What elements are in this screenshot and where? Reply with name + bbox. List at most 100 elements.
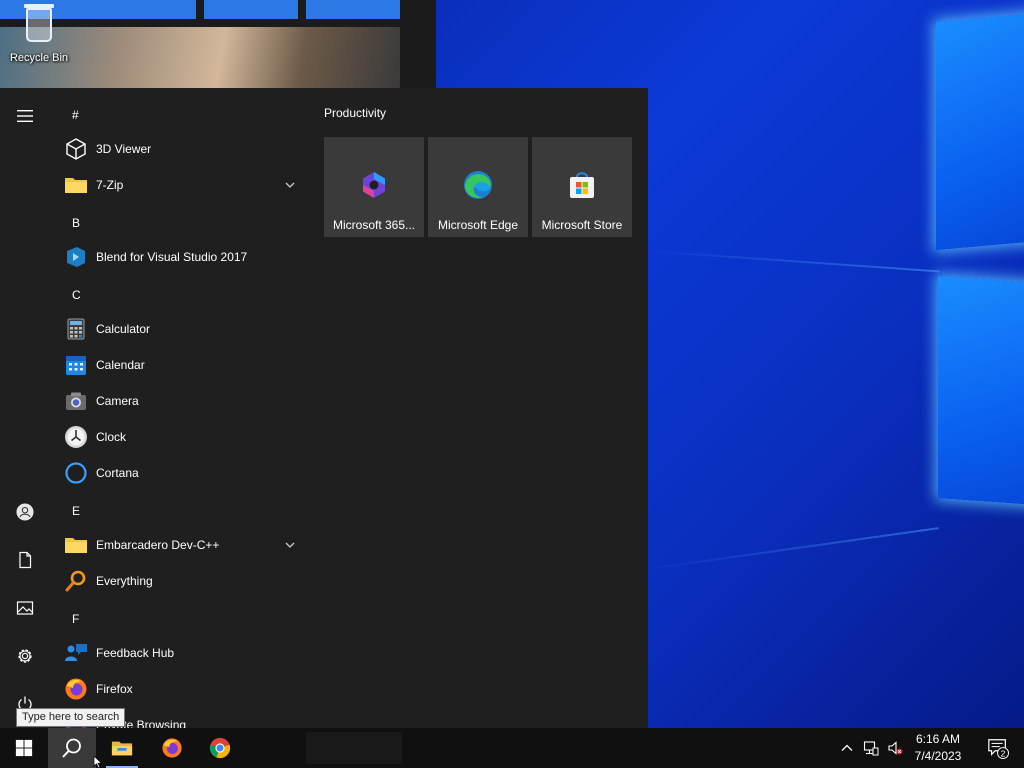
- cube-icon: [64, 137, 88, 161]
- tile-label: Microsoft Store: [541, 218, 623, 232]
- firefox-taskbar-button[interactable]: [148, 728, 196, 768]
- app-item-firefox[interactable]: Firefox: [60, 671, 306, 707]
- app-label: Firefox: [96, 682, 133, 696]
- app-item-calendar[interactable]: Calendar: [60, 347, 306, 383]
- gear-icon: [18, 649, 32, 663]
- app-item-cortana[interactable]: Cortana: [60, 455, 306, 491]
- app-label: Calendar: [96, 358, 145, 372]
- hamburger-icon: [17, 110, 33, 122]
- file-explorer-icon: [111, 741, 133, 756]
- tile-microsoft-edge[interactable]: Microsoft Edge: [428, 137, 528, 237]
- app-item-feedback-hub[interactable]: Feedback Hub: [60, 635, 306, 671]
- action-center-button[interactable]: 2: [978, 728, 1018, 768]
- settings-button[interactable]: [0, 636, 50, 676]
- calendar-icon: [64, 353, 88, 377]
- app-label: Cortana: [96, 466, 139, 480]
- app-item-calculator[interactable]: Calculator: [60, 311, 306, 347]
- start-menu-rail: [0, 88, 50, 728]
- wallpaper-logo-pane: [938, 276, 1024, 506]
- tiles-area: Productivity Microsoft 365... Microsoft …: [318, 88, 648, 728]
- tile-microsoft-365[interactable]: Microsoft 365...: [324, 137, 424, 237]
- app-label: Everything: [96, 574, 153, 588]
- wallpaper-light-beam: [641, 527, 939, 571]
- camera-icon: [64, 389, 88, 413]
- feedback-icon: [64, 641, 88, 665]
- volume-button[interactable]: [884, 728, 906, 768]
- section-header-c[interactable]: C: [72, 277, 81, 313]
- app-item-7-zip[interactable]: 7-Zip: [60, 167, 306, 203]
- app-item-camera[interactable]: Camera: [60, 383, 306, 419]
- file-explorer-button[interactable]: [98, 728, 146, 768]
- app-item-clock[interactable]: Clock: [60, 419, 306, 455]
- show-hidden-icons-button[interactable]: [836, 728, 858, 768]
- account-button[interactable]: [0, 492, 50, 532]
- app-item-embarcadero-dev-cpp[interactable]: Embarcadero Dev-C++: [60, 527, 306, 563]
- notification-count: 2: [1001, 749, 1006, 758]
- photo-thumbnail[interactable]: [306, 0, 400, 19]
- firefox-icon: [162, 738, 182, 758]
- app-label: Calculator: [96, 322, 151, 336]
- app-item-3d-viewer[interactable]: 3D Viewer: [60, 131, 306, 167]
- taskbar-clock[interactable]: 6:16 AM 7/4/2023: [906, 731, 970, 765]
- app-label: Blend for Visual Studio 2017: [96, 250, 248, 264]
- app-label: Camera: [96, 394, 139, 408]
- network-button[interactable]: [860, 728, 882, 768]
- section-header-e[interactable]: E: [72, 493, 80, 529]
- app-label: Embarcadero Dev-C++: [96, 538, 220, 552]
- tile-microsoft-store[interactable]: Microsoft Store: [532, 137, 632, 237]
- taskbar-empty-slot: [306, 732, 402, 764]
- folder-icon: [64, 173, 88, 197]
- app-item-blend-for-visual-studio-2017[interactable]: Blend for Visual Studio 2017: [60, 239, 306, 275]
- app-list[interactable]: # 3D Viewer 7-Zip B Blend for Visual Stu…: [56, 88, 312, 728]
- firefox-icon: [64, 677, 88, 701]
- mouse-cursor-icon: [93, 756, 103, 768]
- expand-menu-button[interactable]: [0, 96, 50, 136]
- pictures-button[interactable]: [0, 588, 50, 628]
- section-header-hash[interactable]: #: [72, 97, 79, 133]
- start-menu: # 3D Viewer 7-Zip B Blend for Visual Stu…: [0, 88, 648, 728]
- tile-group-label[interactable]: Productivity: [324, 106, 386, 120]
- wallpaper-logo-pane: [936, 12, 1024, 250]
- picture-icon: [16, 601, 34, 615]
- app-label: 7-Zip: [96, 178, 124, 192]
- app-item-everything[interactable]: Everything: [60, 563, 306, 599]
- chevron-down-icon[interactable]: [284, 179, 296, 191]
- start-button[interactable]: [0, 728, 48, 768]
- recycle-bin-shortcut[interactable]: Recycle Bin: [6, 4, 72, 80]
- wallpaper-light-beam: [640, 249, 940, 273]
- section-header-f[interactable]: F: [72, 601, 79, 637]
- chrome-taskbar-button[interactable]: [196, 728, 244, 768]
- search-icon: [62, 738, 81, 758]
- search-button[interactable]: [48, 728, 96, 768]
- search-tooltip: Type here to search: [16, 708, 126, 727]
- windows-logo-icon: [15, 739, 33, 757]
- user-avatar-icon: [16, 503, 34, 521]
- tile-label: Microsoft Edge: [437, 218, 519, 232]
- edge-icon: [464, 171, 492, 199]
- clock-date: 7/4/2023: [914, 749, 962, 763]
- clock-time: 6:16 AM: [915, 732, 961, 746]
- network-icon: [863, 741, 879, 756]
- app-label: Feedback Hub: [96, 646, 175, 660]
- recycle-bin-icon: [24, 4, 54, 42]
- section-header-b[interactable]: B: [72, 205, 80, 241]
- blend-icon: [64, 245, 88, 269]
- tile-label: Microsoft 365...: [332, 218, 416, 232]
- document-icon: [19, 551, 32, 569]
- photo-thumbnail[interactable]: [204, 0, 298, 19]
- app-label: Clock: [96, 430, 127, 444]
- magnifier-icon: [64, 569, 88, 593]
- taskbar: 6:16 AM 7/4/2023 2: [0, 728, 1024, 768]
- m365-icon: [363, 172, 385, 198]
- notification-icon: 2: [988, 739, 1009, 759]
- store-icon: [570, 172, 594, 198]
- calculator-icon: [64, 317, 88, 341]
- recycle-bin-label: Recycle Bin: [9, 52, 69, 64]
- chrome-icon: [209, 737, 231, 759]
- chevron-up-icon: [841, 744, 853, 751]
- folder-icon: [64, 533, 88, 557]
- documents-button[interactable]: [0, 540, 50, 580]
- chevron-down-icon[interactable]: [284, 539, 296, 551]
- speaker-muted-icon: [888, 741, 903, 755]
- app-label: 3D Viewer: [96, 142, 152, 156]
